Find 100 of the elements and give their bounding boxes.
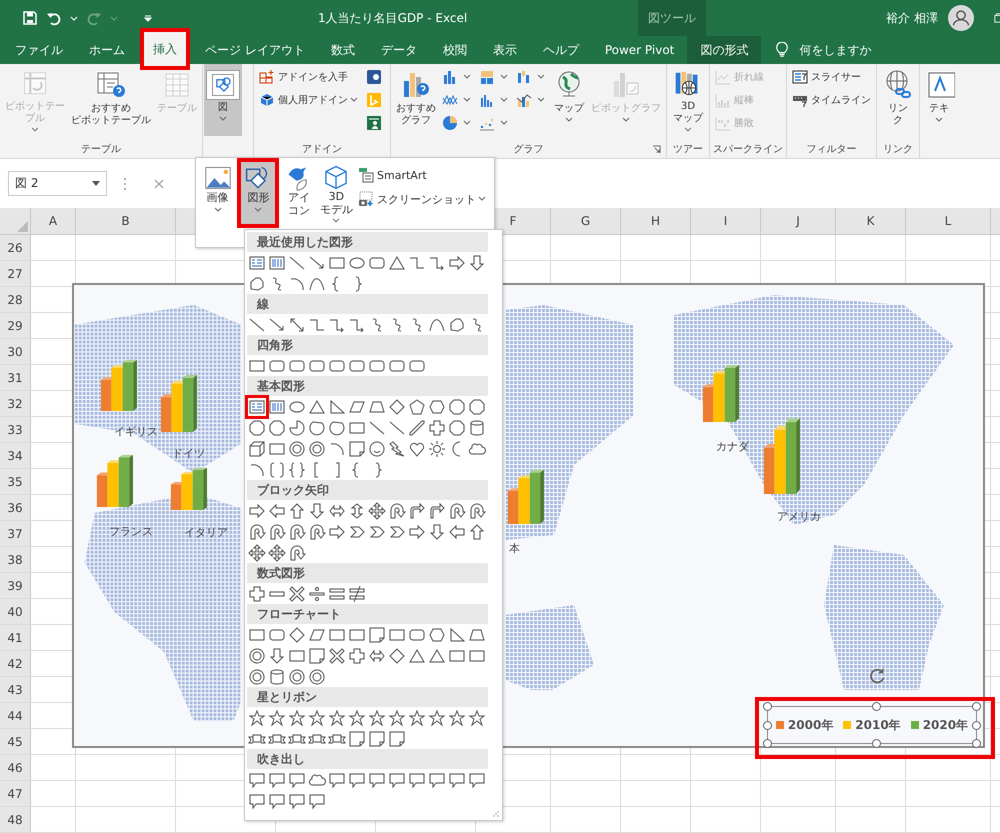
donut-icon[interactable] bbox=[288, 440, 306, 458]
star-icon[interactable] bbox=[308, 708, 326, 726]
double-bracket-icon[interactable] bbox=[268, 460, 286, 478]
menu-button[interactable]: アイ コン bbox=[281, 162, 317, 228]
callout-icon[interactable] bbox=[448, 770, 466, 788]
star-icon[interactable] bbox=[428, 708, 446, 726]
ribbon-button[interactable]: 個人用アドイン bbox=[257, 89, 362, 111]
row-header[interactable]: 41 bbox=[0, 625, 31, 650]
ribbon-button[interactable]: タイムライン bbox=[790, 89, 873, 111]
ribbon-tab[interactable]: データ bbox=[368, 36, 430, 64]
triangle-icon[interactable] bbox=[428, 646, 446, 664]
u-turn-arrow-icon[interactable] bbox=[468, 502, 486, 520]
rotate-handle-icon[interactable] bbox=[869, 667, 887, 685]
row-header[interactable]: 36 bbox=[0, 495, 31, 520]
line-icon[interactable] bbox=[288, 254, 306, 272]
triangle-icon[interactable] bbox=[388, 254, 406, 272]
menu-button[interactable]: 3D モデル bbox=[318, 162, 354, 228]
callout-icon[interactable] bbox=[248, 770, 266, 788]
save-icon[interactable] bbox=[22, 10, 38, 26]
row-header[interactable]: 31 bbox=[0, 365, 31, 390]
u-turn-arrow-icon[interactable] bbox=[308, 522, 326, 540]
donut-icon[interactable] bbox=[308, 440, 326, 458]
ribbon-tab[interactable]: ページ レイアウト bbox=[192, 36, 318, 64]
column-header[interactable]: K bbox=[836, 208, 906, 234]
callout-icon[interactable] bbox=[368, 770, 386, 788]
ribbon-button[interactable]: リン ク bbox=[880, 66, 916, 138]
dialog-launcher-icon[interactable] bbox=[652, 145, 661, 154]
octagon-icon[interactable] bbox=[268, 418, 286, 436]
up-down-arrow-icon[interactable] bbox=[348, 502, 366, 520]
donut-icon[interactable] bbox=[248, 646, 266, 664]
u-turn-arrow-icon[interactable] bbox=[448, 502, 466, 520]
not-equal-icon[interactable] bbox=[348, 584, 366, 602]
cross-icon[interactable] bbox=[248, 584, 266, 602]
column-header[interactable]: L bbox=[906, 208, 991, 234]
ribbon-tab[interactable]: 図の形式 bbox=[687, 36, 762, 64]
star-icon[interactable] bbox=[408, 708, 426, 726]
ribbon-tab[interactable]: 挿入 bbox=[140, 28, 190, 70]
row-header[interactable]: 39 bbox=[0, 573, 31, 598]
bent-arrow-icon[interactable] bbox=[428, 502, 446, 520]
diagonal-stripe-icon[interactable] bbox=[408, 418, 426, 436]
vertical-text-box-icon[interactable] bbox=[268, 398, 286, 416]
ribbon-tab[interactable]: ホーム bbox=[76, 36, 138, 64]
arrow-icon[interactable] bbox=[268, 316, 286, 334]
undo-icon[interactable] bbox=[46, 10, 62, 26]
column-header[interactable]: I bbox=[691, 208, 761, 234]
quad-arrow-icon[interactable] bbox=[268, 544, 286, 562]
donut-icon[interactable] bbox=[288, 668, 306, 686]
lightning-icon[interactable] bbox=[388, 440, 406, 458]
folded-corner-icon[interactable] bbox=[388, 730, 406, 748]
donut-icon[interactable] bbox=[248, 668, 266, 686]
pie-icon[interactable] bbox=[288, 418, 306, 436]
quad-arrow-icon[interactable] bbox=[248, 544, 266, 562]
star-icon[interactable] bbox=[348, 708, 366, 726]
diamond-icon[interactable] bbox=[388, 398, 406, 416]
star-icon[interactable] bbox=[368, 708, 386, 726]
row-header[interactable]: 34 bbox=[0, 443, 31, 468]
ribbon-tab[interactable]: ヘルプ bbox=[530, 36, 592, 64]
callout-icon[interactable] bbox=[348, 770, 366, 788]
callout-icon[interactable] bbox=[288, 792, 306, 810]
cylinder-icon[interactable] bbox=[468, 418, 486, 436]
right-arrow-icon[interactable] bbox=[248, 502, 266, 520]
ribbon-button[interactable]: アドインを入手 bbox=[257, 66, 362, 88]
callout-icon[interactable] bbox=[268, 792, 286, 810]
cylinder-icon[interactable] bbox=[268, 668, 286, 686]
menu-button[interactable]: SmartArt bbox=[356, 164, 490, 186]
diamond-icon[interactable] bbox=[388, 646, 406, 664]
menu-button[interactable]: 画像 bbox=[200, 162, 236, 228]
star-icon[interactable] bbox=[448, 708, 466, 726]
callout-icon[interactable] bbox=[248, 792, 266, 810]
right-triangle-icon[interactable] bbox=[328, 398, 346, 416]
row-header[interactable]: 42 bbox=[0, 651, 31, 676]
cross-icon[interactable] bbox=[348, 646, 366, 664]
column-header[interactable]: J bbox=[761, 208, 836, 234]
row-header[interactable]: 45 bbox=[0, 729, 31, 754]
ribbon-tab[interactable]: 校閲 bbox=[430, 36, 480, 64]
row-header[interactable]: 27 bbox=[0, 261, 31, 286]
cross-icon[interactable] bbox=[428, 418, 446, 436]
row-header[interactable]: 32 bbox=[0, 391, 31, 416]
double-arrow-icon[interactable] bbox=[288, 316, 306, 334]
hexagon-icon[interactable] bbox=[428, 626, 446, 644]
star-icon[interactable] bbox=[268, 708, 286, 726]
star-icon[interactable] bbox=[328, 708, 346, 726]
line-icon[interactable] bbox=[388, 418, 406, 436]
triangle-icon[interactable] bbox=[308, 398, 326, 416]
ribbon-tab[interactable]: Power Pivot bbox=[592, 36, 688, 64]
resize-handle[interactable] bbox=[972, 702, 981, 711]
multiply-icon[interactable] bbox=[288, 584, 306, 602]
row-header[interactable]: 30 bbox=[0, 339, 31, 364]
chord-icon[interactable] bbox=[308, 418, 326, 436]
octagon-icon[interactable] bbox=[468, 398, 486, 416]
vertical-text-box-icon[interactable] bbox=[268, 254, 286, 272]
text-box-icon[interactable] bbox=[248, 254, 266, 272]
column-header[interactable]: B bbox=[76, 208, 176, 234]
callout-icon[interactable] bbox=[288, 770, 306, 788]
star-icon[interactable] bbox=[468, 708, 486, 726]
row-header[interactable]: 47 bbox=[0, 781, 31, 806]
callout-icon[interactable] bbox=[408, 770, 426, 788]
ribbon-button[interactable]: マップ bbox=[551, 66, 587, 138]
callout-icon[interactable] bbox=[388, 770, 406, 788]
octagon-icon[interactable] bbox=[248, 418, 266, 436]
